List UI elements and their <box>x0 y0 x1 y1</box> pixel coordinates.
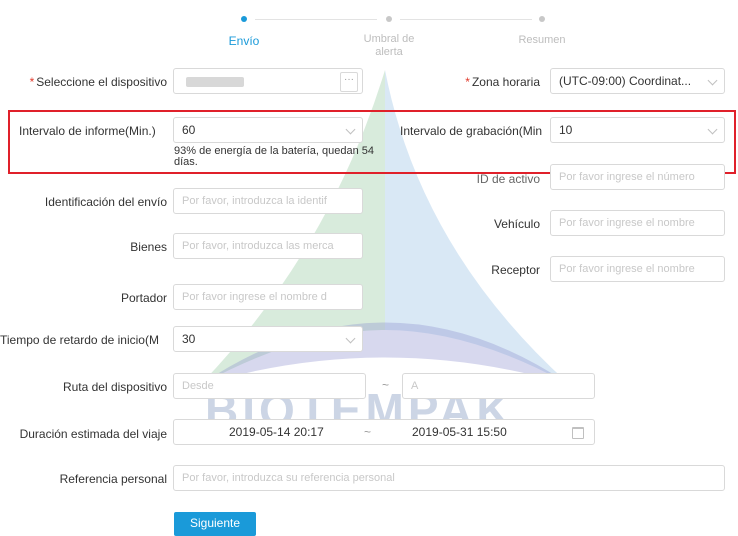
record-interval-label: Intervalo de grabación(Min <box>400 124 543 138</box>
timezone-value: (UTC-09:00) Coordinat... <box>559 74 692 88</box>
required-mark: * <box>29 75 35 89</box>
step-dot-2 <box>386 16 392 22</box>
duration-label: Duración estimada del viaje <box>19 427 167 441</box>
step-line-1 <box>255 19 377 20</box>
step-line-2 <box>400 19 532 20</box>
step-dot-3 <box>539 16 545 22</box>
goods-input[interactable]: Por favor, introduzca las merca <box>173 233 363 259</box>
start-delay-select[interactable]: 30 <box>173 326 363 352</box>
duration-start-value: 2019-05-14 20:17 <box>229 425 324 439</box>
device-value-blurred <box>186 77 244 87</box>
reference-input[interactable]: Por favor, introduzca su referencia pers… <box>173 465 725 491</box>
device-browse-button[interactable]: ··· <box>340 72 358 92</box>
device-label: * Seleccione el dispositivo <box>29 75 167 89</box>
timezone-label: * Zona horaria <box>465 75 540 89</box>
step-label-umbral[interactable]: Umbral de alerta <box>359 33 419 59</box>
asset-id-input[interactable]: Por favor ingrese el número <box>550 164 725 190</box>
receiver-label: Receptor <box>491 263 540 277</box>
battery-hint: 93% de energía de la batería, quedan 54 … <box>174 145 374 168</box>
reference-label: Referencia personal <box>59 472 167 486</box>
route-label: Ruta del dispositivo <box>62 380 167 394</box>
vehicle-input[interactable]: Por favor ingrese el nombre <box>550 210 725 236</box>
goods-label: Bienes <box>130 240 167 254</box>
chevron-down-icon <box>707 75 718 86</box>
timezone-select[interactable]: (UTC-09:00) Coordinat... <box>550 68 725 94</box>
calendar-icon <box>572 427 584 439</box>
carrier-label: Portador <box>120 291 167 305</box>
report-interval-label: Intervalo de informe(Min.) <box>19 124 156 138</box>
route-separator: ~ <box>382 378 390 392</box>
chevron-down-icon <box>707 124 718 135</box>
route-from-input[interactable]: Desde <box>173 373 366 399</box>
report-interval-select[interactable]: 60 <box>173 117 363 143</box>
step-dot-1 <box>241 16 247 22</box>
start-delay-value: 30 <box>182 332 196 346</box>
carrier-input[interactable]: Por favor ingrese el nombre d <box>173 284 363 310</box>
report-interval-value: 60 <box>182 123 196 137</box>
asset-id-label: ID de activo <box>476 172 540 186</box>
step-label-resumen[interactable]: Resumen <box>512 34 572 46</box>
shipment-id-input[interactable]: Por favor, introduzca la identif <box>173 188 363 214</box>
duration-separator: ~ <box>364 425 372 439</box>
next-button[interactable]: Siguiente <box>174 512 256 536</box>
vehicle-label: Vehículo <box>493 217 540 231</box>
chevron-down-icon <box>345 124 356 135</box>
record-interval-select[interactable]: 10 <box>550 117 725 143</box>
duration-range-picker[interactable]: 2019-05-14 20:17 ~ 2019-05-31 15:50 <box>173 419 595 445</box>
chevron-down-icon <box>345 333 356 344</box>
step-label-envio[interactable]: Envío <box>214 34 274 48</box>
shipment-id-label: Identificación del envío <box>44 195 167 209</box>
receiver-input[interactable]: Por favor ingrese el nombre <box>550 256 725 282</box>
required-mark: * <box>465 75 470 89</box>
duration-end-value: 2019-05-31 15:50 <box>412 425 507 439</box>
record-interval-value: 10 <box>559 123 573 137</box>
route-to-input[interactable]: A <box>402 373 595 399</box>
start-delay-label: Tiempo de retardo de inicio(M <box>0 333 159 347</box>
device-select-field[interactable]: ··· <box>173 68 363 94</box>
